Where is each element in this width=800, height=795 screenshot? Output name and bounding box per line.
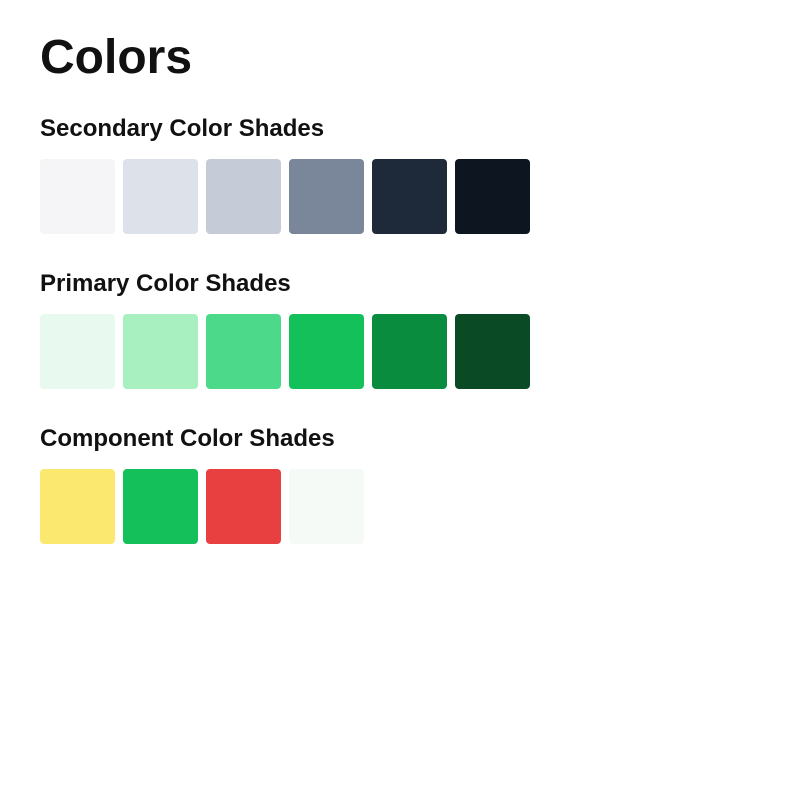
section-component: Component Color Shades [40, 425, 760, 544]
swatch-c3[interactable] [206, 469, 281, 544]
section-secondary: Secondary Color Shades [40, 115, 760, 234]
swatch-s2[interactable] [123, 159, 198, 234]
section-title-secondary: Secondary Color Shades [40, 115, 760, 143]
swatch-p6[interactable] [455, 314, 530, 389]
swatch-s5[interactable] [372, 159, 447, 234]
swatch-c4[interactable] [289, 469, 364, 544]
swatch-c1[interactable] [40, 469, 115, 544]
swatch-p3[interactable] [206, 314, 281, 389]
swatch-s4[interactable] [289, 159, 364, 234]
swatches-component [40, 469, 760, 544]
section-title-component: Component Color Shades [40, 425, 760, 453]
page-title: Colors [40, 30, 760, 85]
swatch-s1[interactable] [40, 159, 115, 234]
section-primary: Primary Color Shades [40, 270, 760, 389]
swatch-p4[interactable] [289, 314, 364, 389]
swatch-s3[interactable] [206, 159, 281, 234]
swatches-secondary [40, 159, 760, 234]
swatch-s6[interactable] [455, 159, 530, 234]
swatches-primary [40, 314, 760, 389]
swatch-p5[interactable] [372, 314, 447, 389]
section-title-primary: Primary Color Shades [40, 270, 760, 298]
swatch-p2[interactable] [123, 314, 198, 389]
swatch-p1[interactable] [40, 314, 115, 389]
swatch-c2[interactable] [123, 469, 198, 544]
